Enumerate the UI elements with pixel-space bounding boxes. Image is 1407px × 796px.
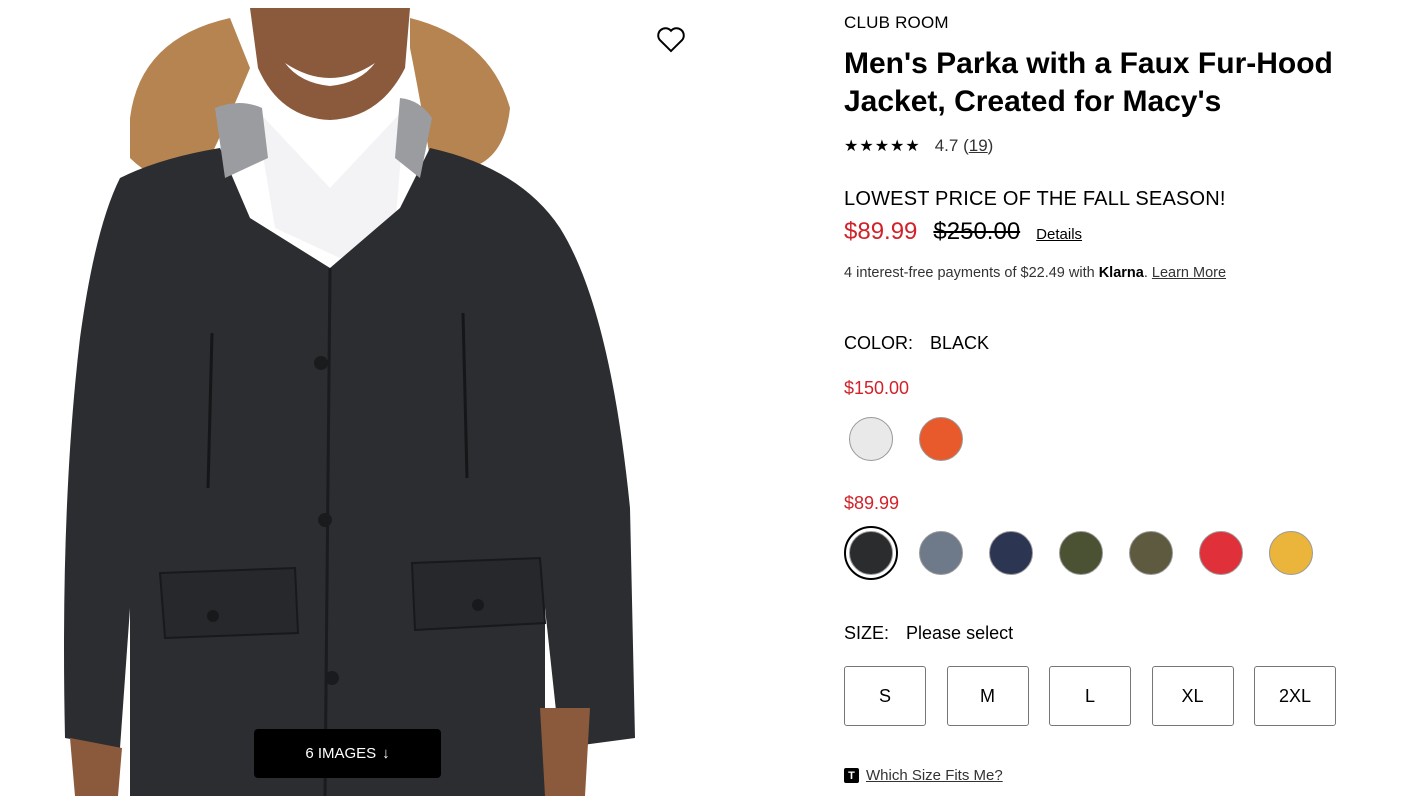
color-swatch-dot bbox=[1199, 531, 1243, 575]
selected-color-name: BLACK bbox=[930, 333, 990, 353]
price-details-link[interactable]: Details bbox=[1036, 226, 1082, 243]
view-images-button[interactable]: 6 IMAGES ↓ bbox=[254, 729, 441, 778]
color-swatch-dot bbox=[1129, 531, 1173, 575]
color-swatch[interactable] bbox=[984, 526, 1038, 580]
color-swatch-dot bbox=[919, 417, 963, 461]
klarna-financing: 4 interest-free payments of $22.49 with … bbox=[844, 265, 1227, 281]
review-count-paren-close: ) bbox=[987, 136, 994, 155]
original-price: $250.00 bbox=[933, 218, 1021, 245]
swatch-group-price: $89.99 bbox=[844, 493, 900, 513]
color-swatch-dot bbox=[1059, 531, 1103, 575]
size-option-2xl[interactable]: 2XL bbox=[1254, 666, 1336, 726]
klarna-text: 4 interest-free payments of $22.49 with bbox=[844, 265, 1095, 281]
favorite-heart-icon[interactable] bbox=[654, 22, 688, 56]
color-swatch[interactable] bbox=[1264, 526, 1318, 580]
color-swatch[interactable] bbox=[914, 526, 968, 580]
swatch-group-price: $150.00 bbox=[844, 378, 910, 398]
price-block: $89.99 $250.00 Details bbox=[844, 218, 1082, 246]
color-swatch-dot bbox=[1269, 531, 1313, 575]
which-size-fits-link[interactable]: Which Size Fits Me? bbox=[866, 767, 1003, 784]
size-label: SIZE: bbox=[844, 623, 890, 643]
color-swatch-group bbox=[844, 412, 984, 466]
color-swatch-dot bbox=[849, 531, 893, 575]
promo-banner: LOWEST PRICE OF THE FALL SEASON! bbox=[844, 188, 1226, 210]
color-swatch-group bbox=[844, 526, 1334, 580]
color-swatch[interactable] bbox=[844, 412, 898, 466]
size-option-l[interactable]: L bbox=[1049, 666, 1131, 726]
review-count-link[interactable]: 19 bbox=[969, 136, 988, 156]
color-swatch[interactable] bbox=[1124, 526, 1178, 580]
rating-summary[interactable]: ★★★★★ 4.7 (19) bbox=[844, 136, 993, 156]
color-swatch[interactable] bbox=[844, 526, 898, 580]
klarna-learn-more-link[interactable]: Learn More bbox=[1152, 265, 1226, 281]
size-options: S M L XL 2XL bbox=[844, 666, 1357, 726]
brand-name[interactable]: CLUB ROOM bbox=[844, 13, 949, 33]
color-swatch-dot bbox=[989, 531, 1033, 575]
rating-value: 4.7 bbox=[934, 136, 959, 155]
color-label: COLOR: bbox=[844, 333, 914, 353]
product-photo bbox=[0, 8, 706, 796]
size-option-xl[interactable]: XL bbox=[1151, 666, 1234, 726]
klarna-logo: Klarna bbox=[1098, 265, 1144, 281]
color-selection-label: COLOR: BLACK bbox=[844, 333, 989, 354]
review-count-paren-open: ( bbox=[958, 136, 969, 155]
size-fit-helper[interactable]: T Which Size Fits Me? bbox=[844, 767, 1003, 784]
product-title: Men's Parka with a Faux Fur-Hood Jacket,… bbox=[844, 47, 1333, 118]
product-gallery: 6 IMAGES ↓ bbox=[0, 0, 706, 796]
color-swatch-dot bbox=[849, 417, 893, 461]
true-fit-icon: T bbox=[844, 768, 859, 783]
images-count-label: 6 IMAGES bbox=[305, 745, 377, 762]
color-swatch[interactable] bbox=[1054, 526, 1108, 580]
arrow-down-icon: ↓ bbox=[382, 745, 390, 762]
sale-price: $89.99 bbox=[844, 218, 918, 245]
size-option-s[interactable]: S bbox=[844, 666, 926, 726]
size-option-m[interactable]: M bbox=[946, 666, 1029, 726]
size-selection-label: SIZE: Please select bbox=[844, 623, 1013, 644]
color-swatch[interactable] bbox=[914, 412, 968, 466]
size-status: Please select bbox=[906, 623, 1014, 643]
color-swatch[interactable] bbox=[1194, 526, 1248, 580]
rating-stars-icon: ★★★★★ bbox=[844, 138, 921, 155]
color-swatch-dot bbox=[919, 531, 963, 575]
